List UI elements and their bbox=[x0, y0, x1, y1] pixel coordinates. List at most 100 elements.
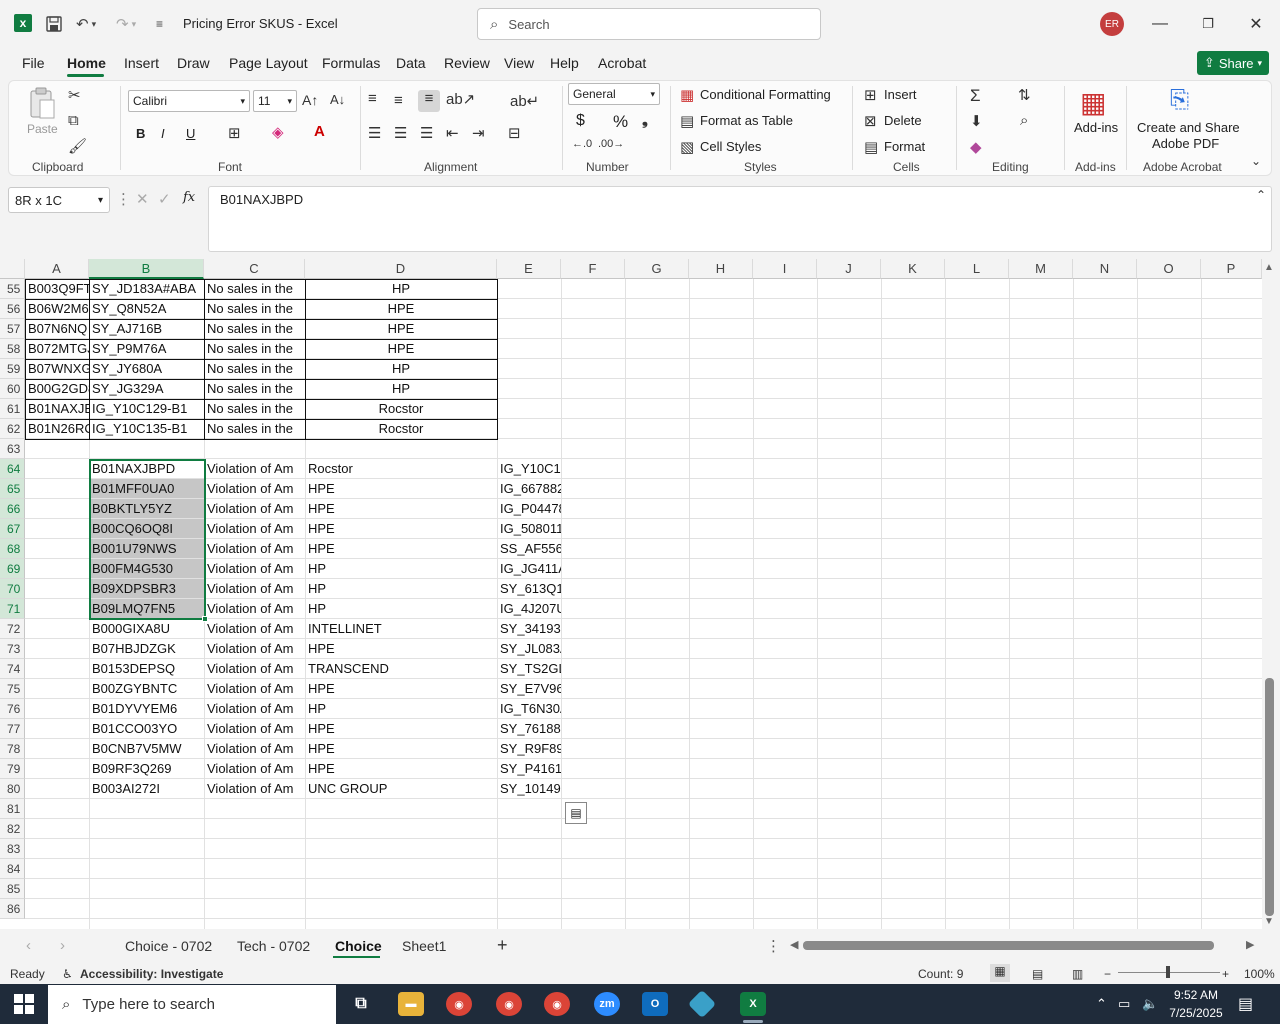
sheet-tab-choice-0702[interactable]: Choice - 0702 bbox=[125, 938, 212, 954]
avatar[interactable]: ER bbox=[1100, 12, 1124, 36]
adobe-pdf-label[interactable]: Adobe PDF bbox=[1152, 136, 1219, 151]
collapse-formula-bar-icon[interactable]: ⌃ bbox=[1256, 188, 1266, 202]
cell-a82[interactable] bbox=[25, 819, 89, 839]
insert-function-button[interactable]: fx bbox=[183, 190, 195, 205]
cell-e58[interactable] bbox=[497, 339, 561, 359]
cell-d84[interactable] bbox=[305, 859, 497, 879]
cell-b79[interactable]: B09RF3Q269 bbox=[89, 759, 204, 779]
font-color-icon[interactable]: A bbox=[314, 123, 325, 140]
row-header[interactable]: 63 bbox=[0, 439, 25, 459]
align-right-icon[interactable]: ☰ bbox=[420, 124, 433, 142]
create-pdf-icon[interactable]: ⎘ bbox=[1170, 86, 1189, 114]
cell-a65[interactable] bbox=[25, 479, 89, 499]
vertical-scroll-thumb[interactable] bbox=[1265, 678, 1274, 916]
cell-a73[interactable] bbox=[25, 639, 89, 659]
cell-a64[interactable] bbox=[25, 459, 89, 479]
cell-e56[interactable] bbox=[497, 299, 561, 319]
cell-a72[interactable] bbox=[25, 619, 89, 639]
cell-d67[interactable]: HPE bbox=[305, 519, 497, 539]
cell-e72[interactable]: SY_341936 bbox=[497, 619, 561, 639]
underline-button[interactable]: U bbox=[186, 126, 195, 141]
next-sheet-icon[interactable]: › bbox=[60, 937, 65, 954]
cell-d77[interactable]: HPE bbox=[305, 719, 497, 739]
cell-e81[interactable] bbox=[497, 799, 561, 819]
cell-d73[interactable]: HPE bbox=[305, 639, 497, 659]
copy-icon[interactable]: ⧉ bbox=[68, 112, 79, 129]
cell-e65[interactable]: IG_667882-001 bbox=[497, 479, 561, 499]
row-header[interactable]: 79 bbox=[0, 759, 25, 779]
tab-file[interactable]: File bbox=[22, 55, 45, 71]
cell-d76[interactable]: HP bbox=[305, 699, 497, 719]
conditional-formatting-button[interactable]: Conditional Formatting bbox=[700, 87, 831, 102]
tab-review[interactable]: Review bbox=[444, 55, 490, 71]
taskbar-search[interactable]: ⌕ Type here to search bbox=[48, 985, 336, 1024]
share-button[interactable]: ⇪ Share ▾ bbox=[1197, 51, 1269, 75]
quick-analysis-icon[interactable]: ▤ bbox=[565, 802, 587, 824]
save-icon[interactable] bbox=[46, 14, 62, 34]
cell-a68[interactable] bbox=[25, 539, 89, 559]
row-header[interactable]: 86 bbox=[0, 899, 25, 919]
cell-d65[interactable]: HPE bbox=[305, 479, 497, 499]
page-break-view-icon[interactable]: ▥ bbox=[1072, 967, 1083, 981]
formula-input[interactable] bbox=[208, 186, 1272, 252]
clear-icon[interactable]: ◆ bbox=[970, 138, 982, 156]
cell-b82[interactable] bbox=[89, 819, 204, 839]
cell-c80[interactable]: Violation of Am bbox=[204, 779, 305, 799]
row-header[interactable]: 68 bbox=[0, 539, 25, 559]
cell-e67[interactable]: IG_508011-001 bbox=[497, 519, 561, 539]
cell-b83[interactable] bbox=[89, 839, 204, 859]
comma-style-icon[interactable]: ❟ bbox=[642, 112, 648, 129]
column-header-l[interactable]: L bbox=[945, 259, 1009, 279]
cell-a74[interactable] bbox=[25, 659, 89, 679]
tab-formulas[interactable]: Formulas bbox=[322, 55, 380, 71]
italic-button[interactable]: I bbox=[161, 126, 165, 141]
cell-c69[interactable]: Violation of Am bbox=[204, 559, 305, 579]
cell-e77[interactable]: SY_761880-001 bbox=[497, 719, 561, 739]
cell-c77[interactable]: Violation of Am bbox=[204, 719, 305, 739]
cell-c65[interactable]: Violation of Am bbox=[204, 479, 305, 499]
cell-a69[interactable] bbox=[25, 559, 89, 579]
cell-b77[interactable]: B01CCO03YO bbox=[89, 719, 204, 739]
cell-d72[interactable]: INTELLINET bbox=[305, 619, 497, 639]
cell-c84[interactable] bbox=[204, 859, 305, 879]
cell-e64[interactable]: IG_Y10C129-B1 bbox=[497, 459, 561, 479]
scroll-left-icon[interactable]: ◀ bbox=[790, 938, 798, 951]
wrap-text-icon[interactable]: ab↵ bbox=[510, 92, 539, 110]
cell-c82[interactable] bbox=[204, 819, 305, 839]
create-share-label[interactable]: Create and Share bbox=[1137, 120, 1240, 135]
cell-b85[interactable] bbox=[89, 879, 204, 899]
align-top-icon[interactable]: ≡ bbox=[368, 90, 377, 107]
horizontal-scroll-thumb[interactable] bbox=[803, 941, 1214, 950]
row-header[interactable]: 72 bbox=[0, 619, 25, 639]
cell-a81[interactable] bbox=[25, 799, 89, 819]
row-header[interactable]: 55 bbox=[0, 279, 25, 299]
row-header[interactable]: 78 bbox=[0, 739, 25, 759]
tab-draw[interactable]: Draw bbox=[177, 55, 210, 71]
column-header-m[interactable]: M bbox=[1009, 259, 1073, 279]
cell-e80[interactable]: SY_10149 bbox=[497, 779, 561, 799]
column-header-n[interactable]: N bbox=[1073, 259, 1137, 279]
column-header-g[interactable]: G bbox=[625, 259, 689, 279]
sort-filter-icon[interactable]: ⇅ bbox=[1018, 86, 1031, 104]
notifications-icon[interactable]: ▤ bbox=[1238, 994, 1253, 1014]
row-header[interactable]: 84 bbox=[0, 859, 25, 879]
align-middle-icon[interactable]: ≡ bbox=[394, 92, 403, 109]
cell-d78[interactable]: HPE bbox=[305, 739, 497, 759]
outlook-icon[interactable]: O bbox=[642, 992, 668, 1016]
increase-font-icon[interactable]: A↑ bbox=[302, 92, 318, 108]
restore-icon[interactable]: ❐ bbox=[1196, 12, 1220, 36]
paste-icon[interactable] bbox=[28, 86, 56, 124]
search-box[interactable]: ⌕ Search bbox=[477, 8, 821, 40]
column-header-c[interactable]: C bbox=[204, 259, 305, 279]
task-view-icon[interactable]: ⧉ bbox=[348, 992, 374, 1016]
cell-e60[interactable] bbox=[497, 379, 561, 399]
undo-icon[interactable]: ↶ ▾ bbox=[76, 14, 96, 34]
cell-e70[interactable]: SY_613Q1UT bbox=[497, 579, 561, 599]
row-header[interactable]: 75 bbox=[0, 679, 25, 699]
cell-e76[interactable]: IG_T6N30A8#ABA bbox=[497, 699, 561, 719]
sheet-tab-choice[interactable]: Choice bbox=[335, 938, 382, 954]
format-as-table-button[interactable]: Format as Table bbox=[700, 113, 793, 128]
cell-d75[interactable]: HPE bbox=[305, 679, 497, 699]
fill-color-icon[interactable]: ◈ bbox=[272, 123, 284, 141]
column-header-i[interactable]: I bbox=[753, 259, 817, 279]
